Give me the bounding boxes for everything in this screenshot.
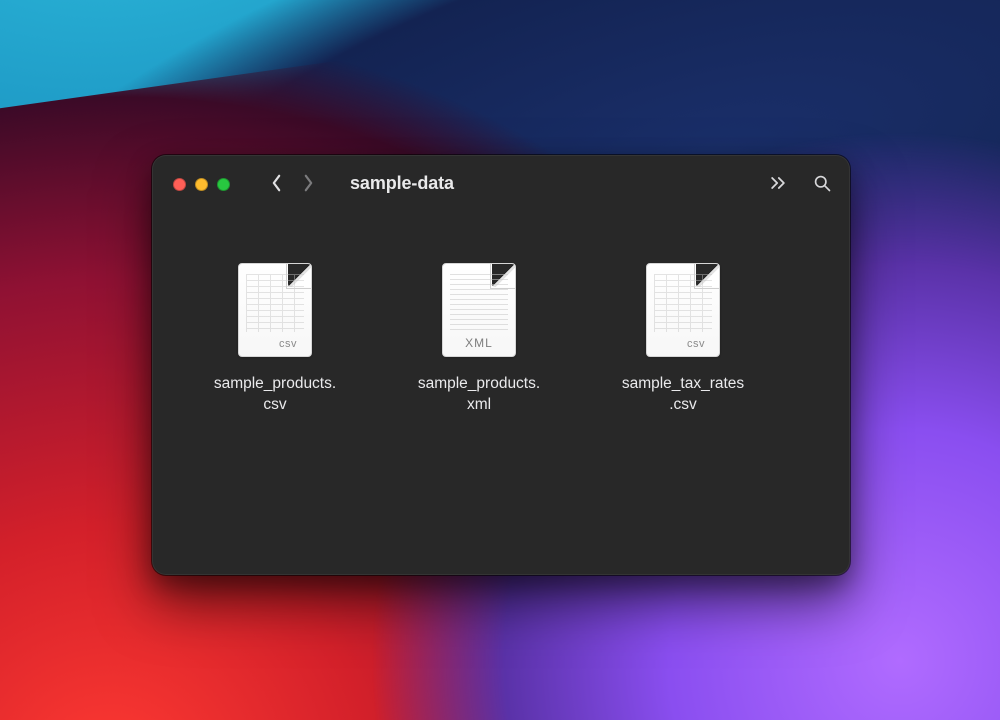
window-controls — [173, 176, 230, 191]
file-icon-grid[interactable]: csv sample_products.csv XML sample_produ… — [153, 210, 849, 426]
file-type-badge: XML — [443, 336, 515, 350]
window-title: sample-data — [350, 173, 454, 194]
file-icon: XML — [434, 258, 524, 362]
chevron-double-right-icon — [768, 173, 788, 193]
file-icon: csv — [638, 258, 728, 362]
chevron-left-icon — [271, 174, 282, 192]
file-name-label: sample_products.csv — [185, 374, 365, 416]
file-type-badge: csv — [239, 338, 311, 350]
zoom-button[interactable] — [217, 178, 230, 191]
navigation-arrows — [270, 174, 314, 192]
file-item[interactable]: csv sample_products.csv — [173, 258, 377, 416]
file-item[interactable]: XML sample_products.xml — [377, 258, 581, 416]
toolbar-overflow-button[interactable] — [767, 172, 789, 194]
file-item[interactable]: csv sample_tax_rates.csv — [581, 258, 785, 416]
close-button[interactable] — [173, 178, 186, 191]
back-button[interactable] — [270, 174, 282, 192]
file-name-label: sample_products.xml — [389, 374, 569, 416]
file-name-label: sample_tax_rates.csv — [593, 374, 773, 416]
chevron-right-icon — [303, 174, 314, 192]
search-button[interactable] — [811, 172, 833, 194]
finder-window[interactable]: sample-data csv — [152, 155, 850, 575]
forward-button[interactable] — [302, 174, 314, 192]
file-type-badge: csv — [647, 338, 719, 350]
search-icon — [812, 173, 832, 193]
minimize-button[interactable] — [195, 178, 208, 191]
window-titlebar[interactable]: sample-data — [153, 156, 849, 210]
file-icon: csv — [230, 258, 320, 362]
